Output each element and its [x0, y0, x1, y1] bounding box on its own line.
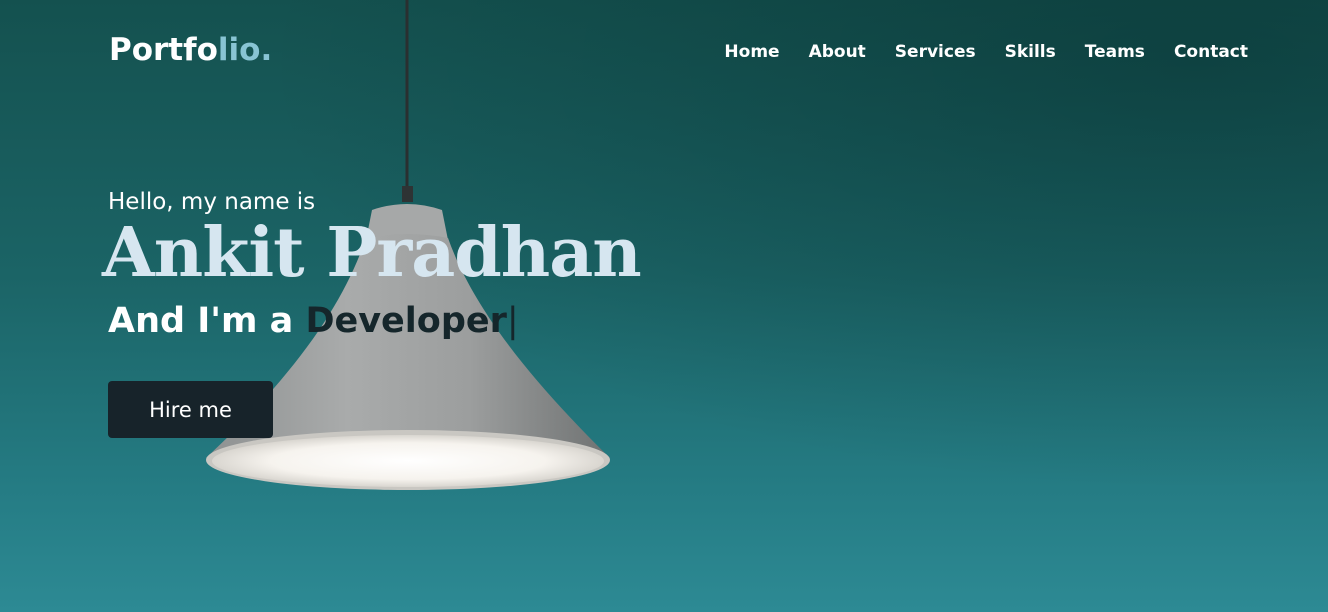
nav-link-skills[interactable]: Skills: [1005, 42, 1056, 62]
nav-link-teams[interactable]: Teams: [1085, 42, 1145, 62]
hero-role-typed: Developer: [305, 301, 507, 341]
nav-menu: Home About Services Skills Teams Contact: [724, 42, 1248, 62]
hero-role: And I'm a Developer|: [108, 302, 641, 341]
nav-item-teams: Teams: [1085, 42, 1145, 62]
navbar: Portfolio. Home About Services Skills Te…: [0, 0, 1328, 106]
hero-section: Portfolio. Home About Services Skills Te…: [0, 0, 1328, 612]
hero-name: Ankit Pradhan: [102, 213, 642, 293]
nav-item-services: Services: [895, 42, 976, 62]
logo[interactable]: Portfolio.: [109, 32, 272, 68]
nav-link-contact[interactable]: Contact: [1174, 42, 1248, 62]
typing-cursor: |: [506, 301, 519, 341]
nav-item-contact: Contact: [1174, 42, 1248, 62]
nav-item-home: Home: [724, 42, 779, 62]
nav-link-services[interactable]: Services: [895, 42, 976, 62]
nav-item-about: About: [809, 42, 866, 62]
nav-link-home[interactable]: Home: [724, 42, 779, 62]
hire-me-button[interactable]: Hire me: [108, 381, 273, 438]
nav-item-skills: Skills: [1005, 42, 1056, 62]
hero-greeting: Hello, my name is: [108, 189, 316, 215]
logo-accent-text: lio.: [217, 32, 273, 68]
nav-link-about[interactable]: About: [809, 42, 866, 62]
logo-main-text: Portfo: [109, 32, 218, 68]
hero-content: Hello, my name is Ankit Pradhan And I'm …: [102, 189, 642, 341]
hero-role-prefix: And I'm a: [108, 301, 306, 341]
